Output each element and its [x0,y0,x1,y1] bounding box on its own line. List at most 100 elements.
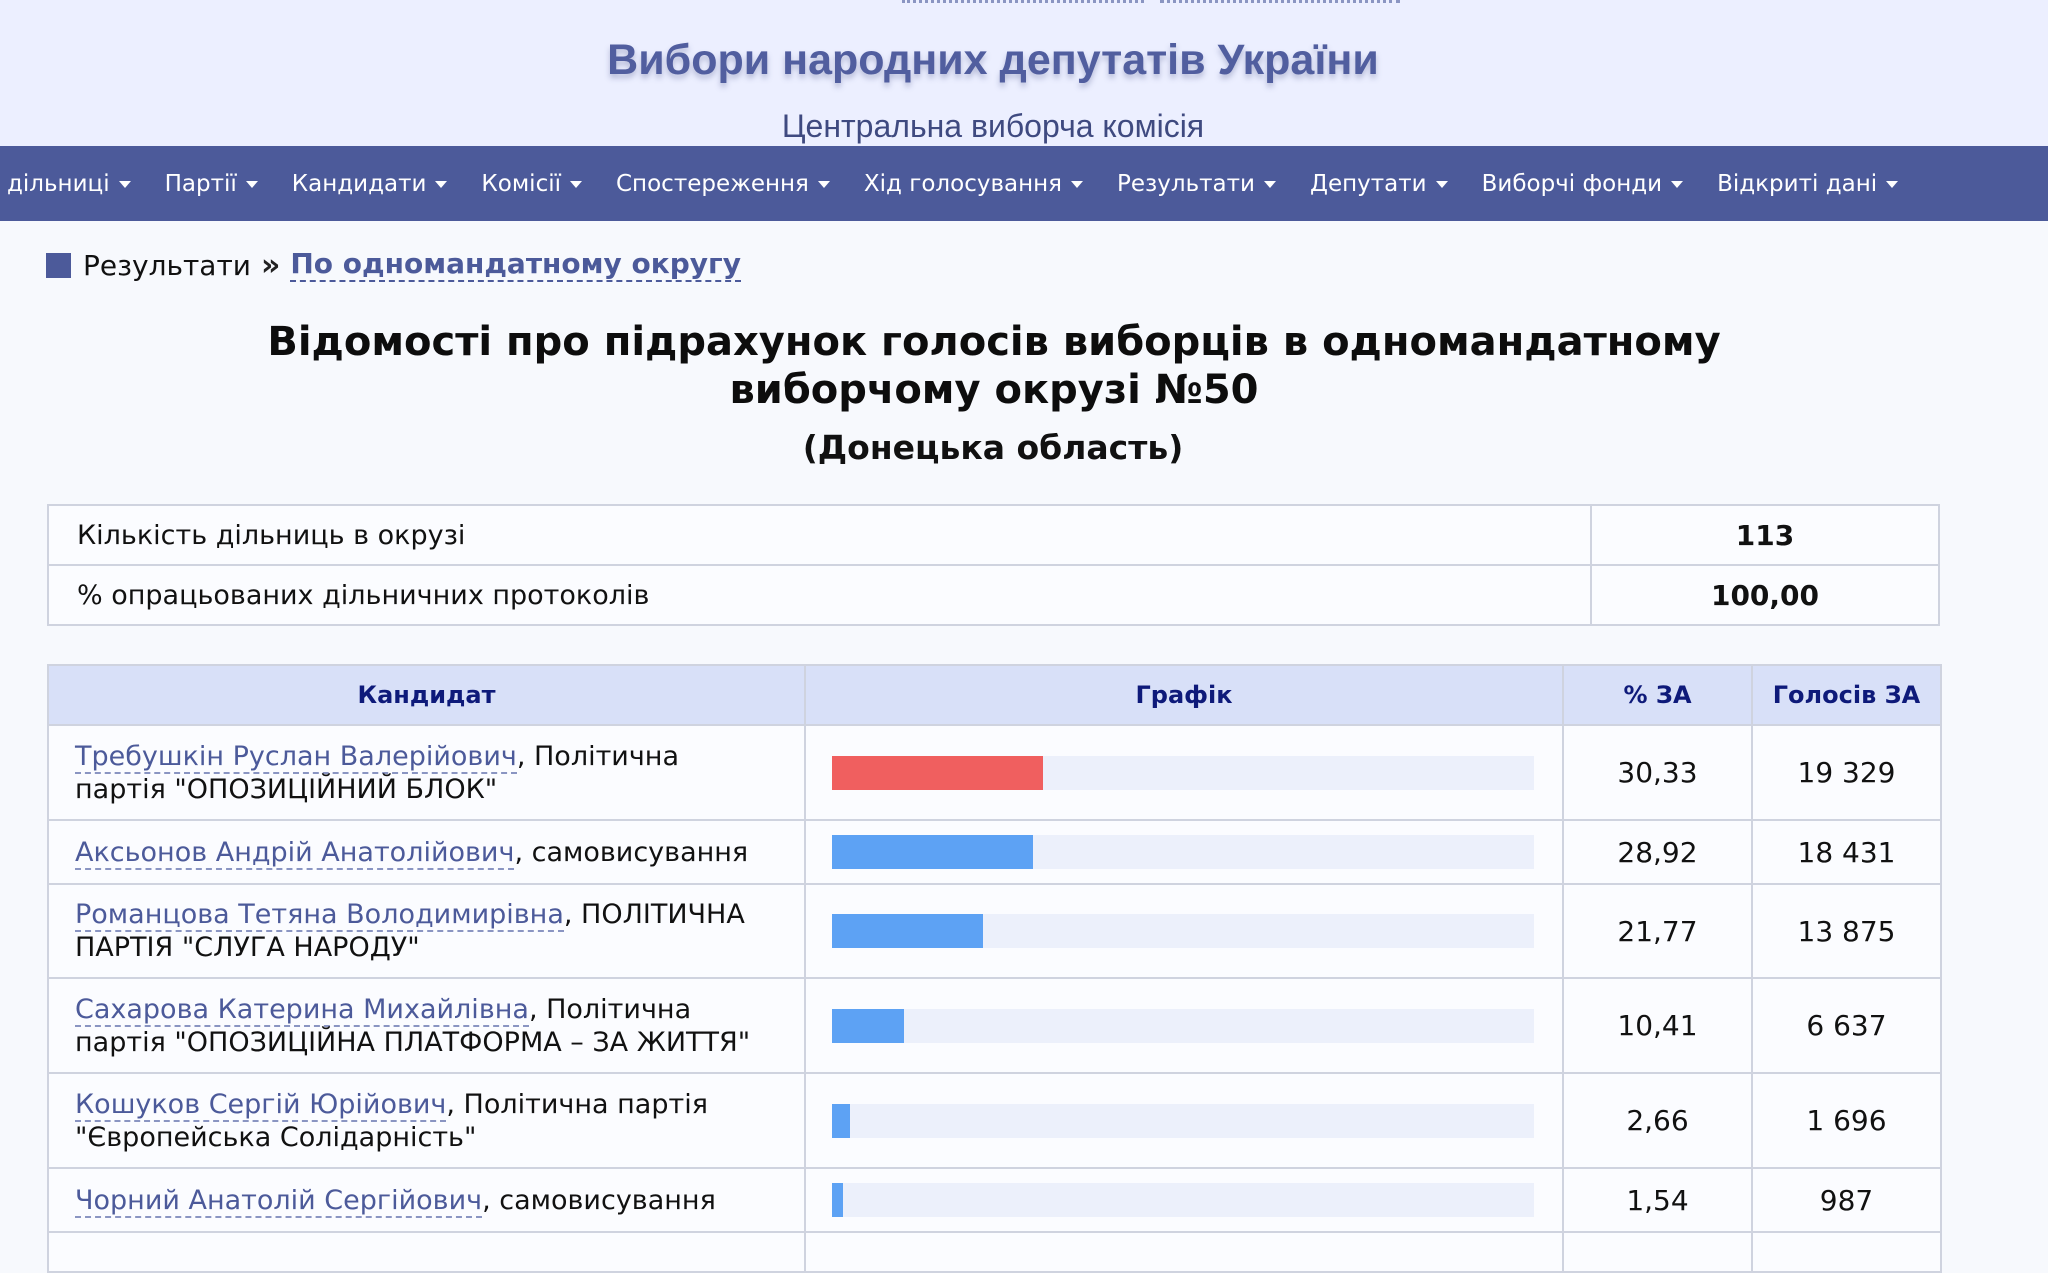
table-row: Романцова Тетяна Володимирівна, ПОЛІТИЧН… [47,883,1942,979]
vote-bar [832,755,1043,790]
column-header-candidate: Кандидат [47,664,806,726]
site-title[interactable]: Вибори народних депутатів України [0,36,1986,85]
chart-cell [804,819,1564,885]
summary-label: % опрацьованих дільничних протоколів [47,564,1592,626]
nav-item-label: Виборчі фонди [1481,170,1663,197]
chart-cell [804,1167,1564,1233]
vote-bar [832,914,984,948]
percent-cell: 30,33 [1562,724,1753,821]
candidate-cell [47,1231,806,1273]
vote-bar-track [832,1008,1534,1043]
breadcrumb: Результати » По одномандатному округу [46,248,741,283]
nav-item-label: Відкриті дані [1717,170,1878,197]
vote-bar-track [832,1183,1534,1217]
summary-table: Кількість дільниць в окрузі 113 % опраць… [47,504,1940,626]
nav-item-voting-progress[interactable]: Хід голосування [863,170,1084,197]
column-header-chart: Графік [804,664,1564,726]
votes-cell: 987 [1751,1167,1942,1233]
nav-item-election-funds[interactable]: Виборчі фонди [1482,171,1684,197]
table-row: Аксьонов Андрій Анатолійович, самовисува… [47,819,1942,885]
caret-down-icon [1886,181,1899,188]
site-header: Вибори народних депутатів України Центра… [0,0,2048,146]
votes-cell: 6 637 [1751,977,1942,1074]
caret-down-icon [245,181,258,188]
votes-cell: 1 696 [1751,1072,1942,1169]
summary-value: 100,00 [1590,564,1940,626]
caret-down-icon [435,181,448,188]
votes-cell [1751,1231,1942,1273]
table-row [47,1231,1942,1273]
table-row: Сахарова Катерина Михайлівна, Політична … [47,977,1942,1074]
percent-cell: 2,66 [1562,1072,1753,1169]
candidate-link[interactable]: Романцова Тетяна Володимирівна [75,899,564,932]
summary-label: Кількість дільниць в окрузі [47,504,1592,566]
nav-item-label: Хід голосування [863,170,1063,197]
votes-cell: 18 431 [1751,819,1942,885]
chart-cell [804,1072,1564,1169]
page-region: (Донецька область) [802,428,1184,467]
vote-bar-track [832,914,1534,948]
caret-down-icon [1435,181,1448,188]
nav-item-deputies[interactable]: Депутати [1310,171,1448,197]
chart-cell [804,977,1564,1074]
caret-down-icon [118,181,131,188]
summary-value: 113 [1590,504,1940,566]
candidate-link[interactable]: Кошуков Сергій Юрійович [75,1088,447,1122]
candidate-affiliation: , самовисування [482,1184,716,1216]
candidate-affiliation: , самовисування [514,836,749,868]
caret-down-icon [1071,181,1084,188]
breadcrumb-separator: » [260,248,281,283]
percent-cell: 1,54 [1562,1167,1753,1233]
vote-bar [832,1183,843,1217]
candidate-cell: Кошуков Сергій Юрійович, Політична парті… [47,1072,806,1169]
caret-down-icon [1671,181,1684,188]
table-row: Чорний Анатолій Сергійович, самовисуванн… [47,1167,1942,1233]
breadcrumb-link[interactable]: По одномандатному округу [290,248,741,282]
candidate-cell: Романцова Тетяна Володимирівна, ПОЛІТИЧН… [47,883,806,979]
caret-down-icon [1263,181,1276,188]
nav-item-candidates[interactable]: Кандидати [292,171,448,197]
table-row: Требушкін Руслан Валерійович, Політична … [47,724,1942,821]
nav-item-commissions[interactable]: Комісії [481,171,582,197]
column-header-percent: % ЗА [1562,664,1753,726]
nav-item-label: Партії [164,170,237,197]
votes-cell: 19 329 [1751,724,1942,821]
page-title-line: Відомості про підрахунок голосів виборці… [267,319,1721,365]
candidate-link[interactable]: Чорний Анатолій Сергійович [75,1184,483,1218]
votes-cell: 13 875 [1751,883,1942,979]
vote-bar [832,835,1033,869]
nav-item-observation[interactable]: Спостереження [616,171,830,197]
nav-item-results[interactable]: Результати [1117,171,1276,197]
page-title-line: виборчому окрузі №50 [729,367,1259,413]
vote-bar-track [832,835,1534,869]
percent-cell [1562,1231,1753,1273]
page-title: Відомості про підрахунок голосів виборці… [240,318,1748,414]
nav-item-open-data[interactable]: Відкриті дані [1717,170,1899,197]
candidate-link[interactable]: Аксьонов Андрій Анатолійович [75,836,515,870]
main-nav: дільниці Партії Кандидати Комісії Спосте… [0,146,2048,221]
nav-item-polling-stations[interactable]: дільниці [7,171,131,197]
nav-item-label: Депутати [1309,170,1427,197]
candidate-cell: Аксьонов Андрій Анатолійович, самовисува… [47,819,806,885]
site-subtitle: Центральна виборча комісія [781,108,1205,144]
candidate-link[interactable]: Требушкін Руслан Валерійович [75,740,517,774]
nav-item-label: Спостереження [616,170,809,197]
chart-cell [804,1231,1564,1273]
chart-cell [804,724,1564,821]
nav-item-label: Комісії [481,170,561,197]
nav-item-label: дільниці [7,170,110,197]
candidate-cell: Сахарова Катерина Михайлівна, Політична … [47,977,806,1074]
caret-down-icon [817,181,830,188]
nav-item-parties[interactable]: Партії [165,171,258,197]
vote-bar [832,1008,905,1043]
percent-cell: 10,41 [1562,977,1753,1074]
results-table: Кандидат Графік % ЗА Голосів ЗА Требушкі… [47,664,1942,1273]
candidate-link[interactable]: Сахарова Катерина Михайлівна [75,993,529,1027]
summary-row: Кількість дільниць в окрузі 113 [47,504,1940,566]
table-row: Кошуков Сергій Юрійович, Політична парті… [47,1072,1942,1169]
nav-item-label: Результати [1117,170,1255,197]
square-bullet-icon [46,253,71,278]
top-divider [902,0,1144,5]
vote-bar-track [832,1103,1534,1138]
breadcrumb-current: Результати [83,249,251,282]
